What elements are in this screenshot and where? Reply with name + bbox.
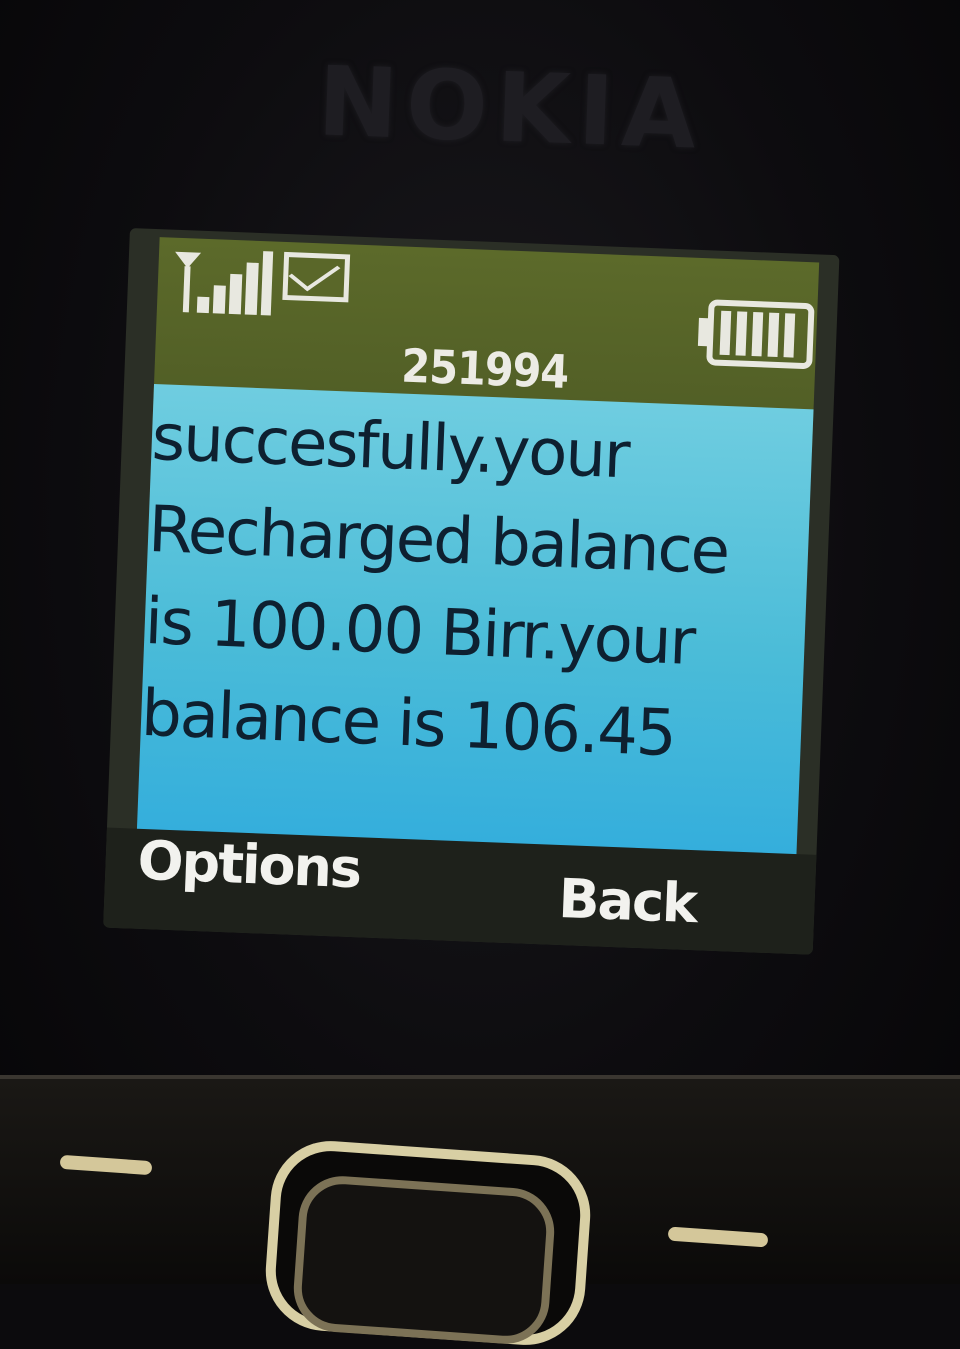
message-text: succesfully.your Recharged balance is 100.… bbox=[140, 392, 814, 785]
brand-logo: NOKIA bbox=[315, 45, 706, 171]
center-select-key[interactable] bbox=[290, 1173, 558, 1347]
signal-strength-icon bbox=[175, 251, 274, 316]
back-softkey[interactable]: Back bbox=[557, 867, 697, 935]
envelope-icon bbox=[282, 251, 351, 303]
phone-screen: 251994 succesfully.your Recharged balance… bbox=[103, 228, 840, 955]
options-softkey[interactable]: Options bbox=[137, 829, 362, 900]
message-body: succesfully.your Recharged balance is 100.… bbox=[136, 384, 814, 858]
phone-body: NOKIA 251994 succesfully.your Recharged … bbox=[0, 0, 960, 1349]
